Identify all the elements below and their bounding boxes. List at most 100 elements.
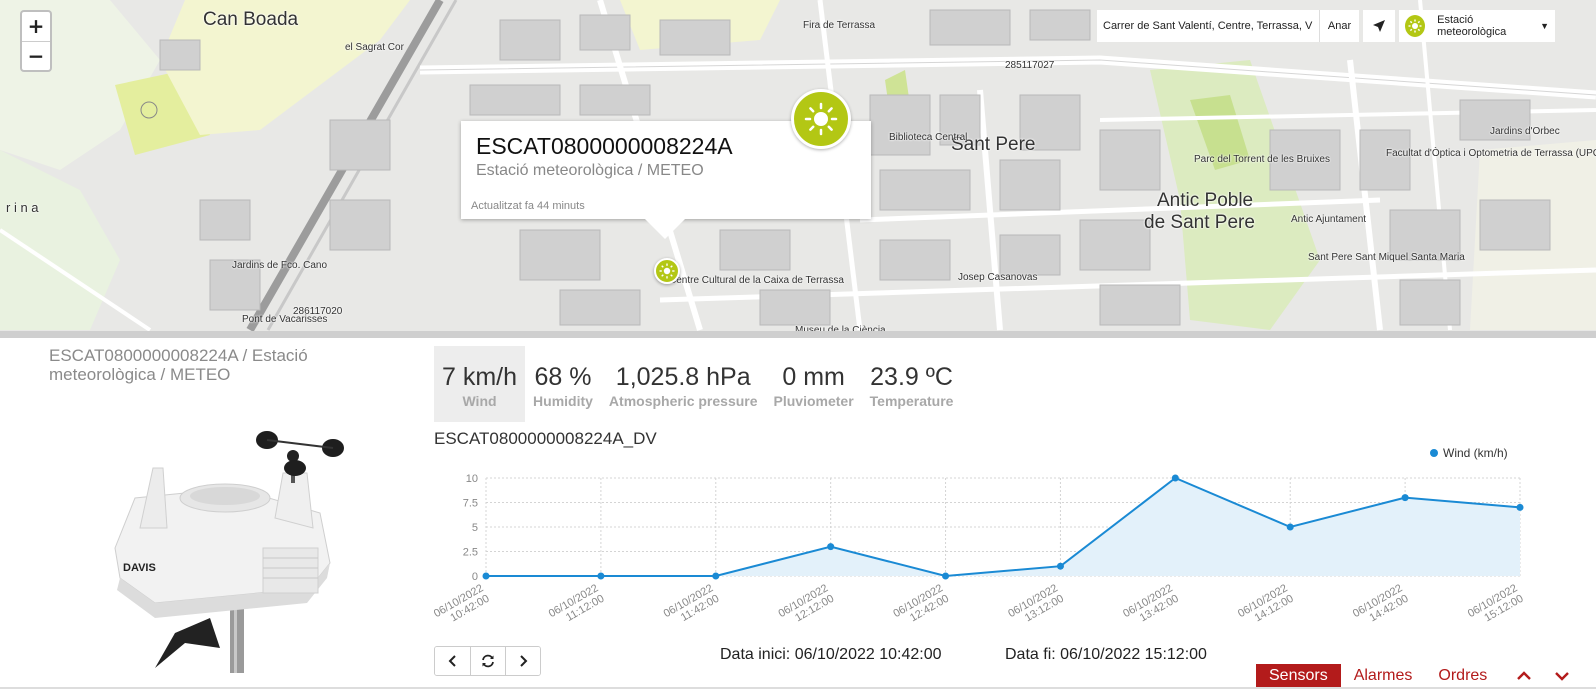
chevron-up-icon [1517,671,1532,680]
y-tick-label: 10 [466,473,478,485]
start-date: Data inici: 06/10/2022 10:42:00 [720,646,942,663]
map-place-label: Antic Poble [1157,190,1254,211]
locate-button[interactable] [1363,10,1395,42]
x-tick-label: 06/10/202214:42:00 [1351,582,1411,630]
wind-chart: 0 2.5 5 7.5 10 06/10/202210:42:00 06/10/202211… [434,446,1526,630]
data-point [1286,523,1294,531]
map-place-label: Jardins d'Orbec [1490,126,1560,137]
reading-label: Humidity [533,393,593,409]
map-bottom-border [0,331,1596,338]
legend-label: Wind (km/h) [1443,446,1508,460]
popup-title: ESCAT0800000008224A [476,133,733,159]
data-point [942,572,950,580]
end-date: Data fi: 06/10/2022 15:12:00 [1005,646,1207,663]
data-point [597,572,605,580]
map-place-label: el Sagrat Cor [345,42,404,53]
zoom-out-button[interactable]: − [22,41,50,70]
refresh-icon [482,654,494,668]
popup-updated: Actualitzat fa 44 minuts [471,200,585,212]
data-point [1171,474,1179,482]
map-place-label: Biblioteca Central [889,132,968,143]
prev-button[interactable] [435,647,470,675]
tab-alarmes[interactable]: Alarmes [1341,664,1426,688]
svg-text:DAVIS: DAVIS [123,562,156,574]
data-point [482,572,490,580]
map-place-label: Fira de Terrassa [803,20,876,31]
reading-label: Atmospheric pressure [608,393,758,409]
chart-nav [434,646,541,676]
data-point [1401,494,1409,502]
go-button[interactable]: Anar [1319,10,1359,42]
map-place-label: Sant Pere Sant Miquel Santa Maria [1308,252,1465,263]
popup-pointer [644,218,686,239]
sun-icon [659,263,675,279]
y-tick-label: 2.5 [463,547,478,559]
next-button[interactable] [505,647,540,675]
locate-arrow-icon [1373,20,1385,32]
sun-icon [791,89,851,149]
x-tick-label: 06/10/202211:42:00 [662,582,722,630]
sun-icon [1405,15,1426,37]
map-place-label: de Sant Pere [1144,212,1255,233]
reading-humidity[interactable]: 68 % Humidity [525,346,601,422]
x-tick-label: 06/10/202211:12:00 [547,582,607,630]
station-marker[interactable] [654,258,680,284]
map-place-label: 285117027 [1005,60,1055,71]
collapse-up-button[interactable] [1510,664,1538,688]
map-place-label: Jardins de Fco. Cano [232,260,328,271]
app-root: Can Boada Sant Pere Antic Poble de Sant … [0,0,1596,689]
x-tick-label: 06/10/202210:42:00 [434,582,492,630]
map-place-label: Facultat d'Òptica i Optometria de Terras… [1386,148,1596,159]
data-point [1056,562,1064,570]
data-point [712,572,720,580]
reading-label: Temperature [869,393,954,409]
reading-pluviometer[interactable]: 0 mm Pluviometer [766,346,862,422]
reading-temperature[interactable]: 23.9 ºC Temperature [862,346,962,422]
data-point [1516,503,1524,511]
reading-label: Wind [462,393,497,409]
station-title: ESCAT0800000008224A / Estació meteorològ… [49,346,308,384]
weather-station-image: DAVIS [114,431,344,673]
chevron-left-icon [448,655,456,667]
chevron-right-icon [520,655,528,667]
layer-select-label: Estació meteorològica [1437,14,1507,38]
y-tick-label: 7.5 [463,498,478,510]
collapse-down-button[interactable] [1548,664,1576,688]
x-tick-label: 06/10/202212:12:00 [776,582,836,630]
bottom-tabs: Sensors Alarmes Ordres [1256,664,1576,688]
map-place-label: Antic Ajuntament [1291,214,1367,225]
chevron-down-icon [1555,672,1570,681]
refresh-button[interactable] [470,647,505,675]
map-place-label: Josep Casanovas [958,272,1038,283]
y-tick-label: 0 [472,571,478,583]
zoom-control: + − [20,10,52,72]
reading-wind[interactable]: 7 km/h Wind [434,346,526,422]
map-place-label: Pont de Vacarisses [242,314,328,325]
x-tick-label: 06/10/202214:12:00 [1236,582,1296,630]
address-search-input[interactable] [1097,10,1319,42]
reading-value: 23.9 ºC [870,363,953,391]
reading-value: 0 mm [782,363,845,391]
tab-sensors[interactable]: Sensors [1256,664,1341,688]
zoom-in-button[interactable]: + [22,12,50,41]
map-place-label: r i n a [6,200,39,215]
y-tick-label: 5 [472,522,478,534]
map-toolbar: Anar [1097,10,1555,42]
reading-value: 68 % [534,363,592,391]
popup-subtitle: Estació meteorològica / METEO [476,162,704,179]
x-tick-label: 06/10/202213:12:00 [1006,582,1066,630]
reading-value: 7 km/h [442,363,518,391]
reading-value: 1,025.8 hPa [615,363,751,391]
x-tick-label: 06/10/202212:42:00 [891,582,951,630]
caret-down-icon: ▼ [1540,21,1549,31]
map-place-label: Can Boada [203,9,299,30]
reading-pressure[interactable]: 1,025.8 hPa Atmospheric pressure [601,346,766,422]
reading-label: Pluviometer [773,393,854,409]
map-place-label: Parc del Torrent de les Bruixes [1194,154,1330,165]
readings-bar: 7 km/h Wind 68 % Humidity 1,025.8 hPa At… [434,346,961,422]
layer-select[interactable]: Estació meteorològica ▼ [1399,10,1555,42]
data-point [827,543,835,551]
tab-ordres[interactable]: Ordres [1425,664,1500,688]
map-place-label: Centre Cultural de la Caixa de Terrassa [669,275,844,286]
map-view[interactable]: Can Boada Sant Pere Antic Poble de Sant … [0,0,1596,338]
